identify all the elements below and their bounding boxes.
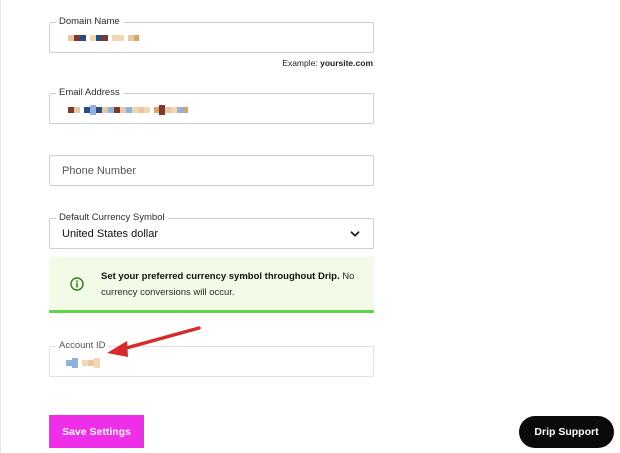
drip-support-button[interactable]: Drip Support xyxy=(519,416,614,448)
callout-text: Set your preferred currency symbol throu… xyxy=(101,271,355,298)
domain-example-hint: Example: yoursite.com xyxy=(282,58,373,68)
domain-name-label: Domain Name xyxy=(56,16,123,28)
email-address-label: Email Address xyxy=(56,87,123,99)
phone-number-input[interactable]: Phone Number xyxy=(49,155,374,186)
domain-name-field[interactable]: Domain Name xyxy=(49,16,374,53)
settings-form: Domain Name Example: yoursite.com Email … xyxy=(0,0,620,453)
currency-select[interactable]: Default Currency Symbol United States do… xyxy=(49,212,374,249)
redacted-domain-value xyxy=(68,32,139,44)
chevron-down-icon[interactable] xyxy=(349,228,361,240)
account-id-field: Account ID xyxy=(49,340,374,377)
info-circle-icon xyxy=(70,277,84,291)
phone-number-placeholder: Phone Number xyxy=(62,164,136,177)
currency-label: Default Currency Symbol xyxy=(56,212,168,224)
red-arrow-icon xyxy=(107,326,201,357)
redacted-account-id xyxy=(66,357,100,369)
currency-info-callout: Set your preferred currency symbol throu… xyxy=(49,257,374,313)
save-settings-button[interactable]: Save Settings xyxy=(49,415,144,448)
redacted-email-value xyxy=(68,104,188,116)
email-address-field[interactable]: Email Address xyxy=(49,87,374,124)
currency-selected-value: United States dollar xyxy=(62,227,158,240)
